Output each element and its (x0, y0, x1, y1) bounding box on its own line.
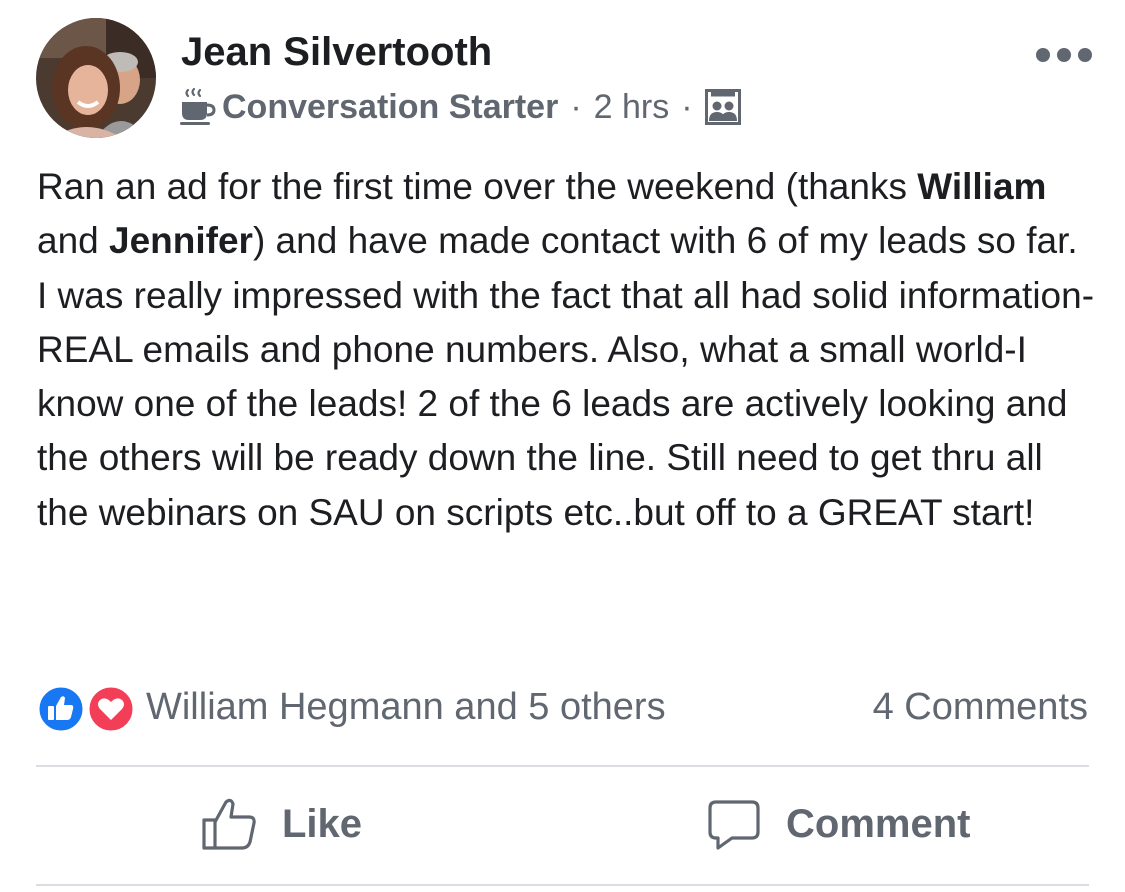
post-meta: Conversation Starter · 2 hrs · (180, 84, 741, 130)
badge-label[interactable]: Conversation Starter (222, 88, 558, 127)
more-options-button[interactable] (1036, 40, 1092, 70)
post-timestamp[interactable]: 2 hrs (594, 88, 670, 127)
mention-link[interactable]: Jennifer (109, 220, 253, 261)
coffee-cup-icon (180, 87, 216, 125)
post-text: ) and have made contact with 6 of my lea… (37, 220, 1095, 533)
like-label: Like (282, 801, 363, 846)
avatar-photo (36, 18, 156, 138)
like-reaction-icon (36, 684, 86, 734)
reaction-icons[interactable] (36, 684, 136, 734)
post-text: Ran an ad for the first time over the we… (37, 166, 918, 207)
author-avatar[interactable] (36, 18, 156, 138)
love-reaction-icon (86, 684, 136, 734)
comment-label: Comment (786, 801, 971, 846)
group-members-icon[interactable] (704, 89, 741, 125)
post-body-text: Ran an ad for the first time over the we… (37, 160, 1097, 540)
author-name[interactable]: Jean Silvertooth (181, 28, 492, 76)
reactors-summary[interactable]: William Hegmann and 5 others (146, 684, 666, 730)
more-options-icon (1057, 48, 1071, 62)
divider (36, 765, 1089, 767)
reactions-row: William Hegmann and 5 others 4 Comments (36, 682, 1088, 734)
mention-link[interactable]: William (917, 166, 1046, 207)
comments-count[interactable]: 4 Comments (873, 684, 1088, 730)
more-options-icon (1078, 48, 1092, 62)
meta-separator: · (570, 87, 582, 126)
thumbs-up-icon (202, 798, 256, 850)
divider (36, 884, 1089, 886)
post-text: and (37, 220, 110, 262)
meta-separator: · (681, 87, 693, 126)
like-button[interactable]: Like (200, 792, 362, 856)
more-options-icon (1036, 48, 1050, 62)
speech-bubble-icon (708, 800, 760, 850)
comment-button[interactable]: Comment (706, 792, 970, 856)
